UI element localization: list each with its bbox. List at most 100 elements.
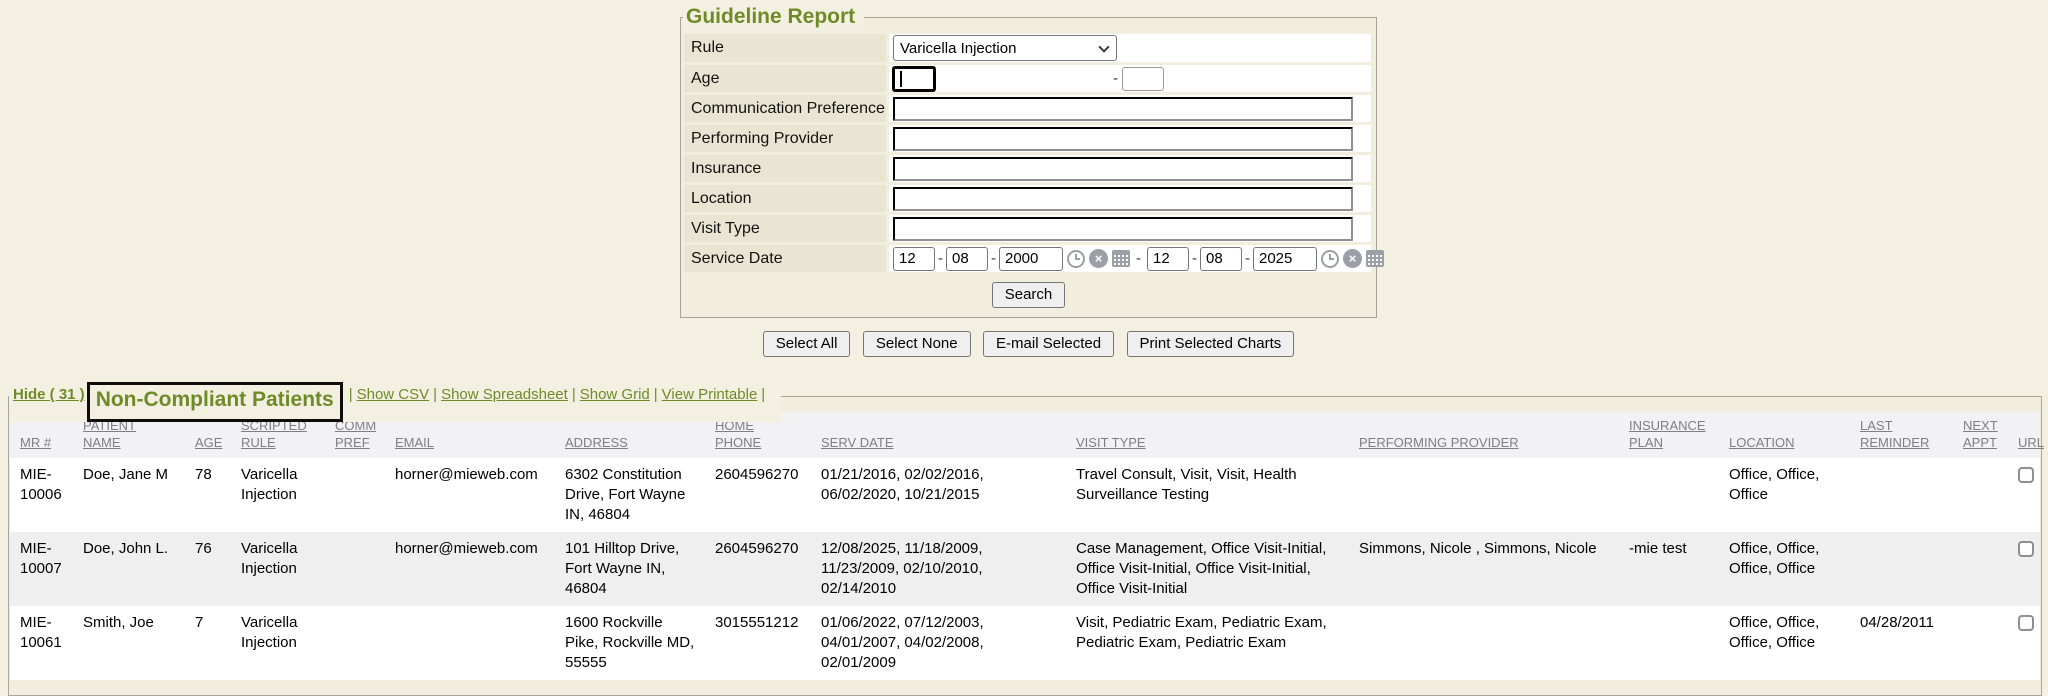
cell-serv-date: 12/08/2025, 11/18/2009, 11/23/2009, 02/1…	[811, 532, 1066, 606]
non-compliant-patients-fieldset: Hide ( 31 )Non-Compliant Patients|Show C…	[8, 396, 2042, 696]
cell-name: Doe, Jane M	[73, 458, 185, 532]
visit-type-input[interactable]	[893, 217, 1353, 241]
age-range-dash: -	[1113, 70, 1118, 87]
service-date-from-month-input[interactable]	[893, 247, 935, 271]
cell-comm-pref	[325, 458, 385, 532]
cell-name: Doe, John L.	[73, 532, 185, 606]
cell-next-appt	[1953, 532, 2008, 606]
communication-preference-label: Communication Preference	[684, 95, 886, 122]
col-visit-type[interactable]: VISIT TYPE	[1066, 412, 1349, 458]
rule-label: Rule	[684, 34, 886, 62]
patients-table: MR # PATIENTNAME AGE SCRIPTEDRULE COMMPR…	[10, 412, 2040, 680]
select-patient-checkbox[interactable]	[2018, 541, 2034, 557]
cell-provider	[1349, 458, 1619, 532]
col-location[interactable]: LOCATION	[1719, 412, 1850, 458]
cell-url	[2008, 532, 2040, 606]
clock-icon[interactable]	[1321, 250, 1339, 268]
rule-select[interactable]: Varicella Injection	[893, 35, 1117, 61]
cell-url	[2008, 458, 2040, 532]
select-patient-checkbox[interactable]	[2018, 467, 2034, 483]
cell-location: Office, Office, Office	[1719, 458, 1850, 532]
show-csv-link[interactable]: Show CSV	[357, 386, 430, 403]
calendar-icon[interactable]	[1112, 250, 1130, 267]
cell-visit-type: Visit, Pediatric Exam, Pediatric Exam, P…	[1066, 606, 1349, 680]
cell-next-appt	[1953, 458, 2008, 532]
show-spreadsheet-link[interactable]: Show Spreadsheet	[441, 386, 568, 403]
patients-legend: Hide ( 31 )Non-Compliant Patients|Show C…	[9, 380, 781, 422]
print-selected-charts-button[interactable]: Print Selected Charts	[1127, 331, 1295, 357]
location-input[interactable]	[893, 187, 1353, 211]
text-caret	[900, 71, 902, 87]
col-url[interactable]: URL	[2008, 412, 2040, 458]
clear-date-icon[interactable]: ×	[1343, 249, 1362, 268]
communication-preference-input[interactable]	[893, 97, 1353, 121]
email-selected-button[interactable]: E-mail Selected	[983, 331, 1114, 357]
cell-address: 6302 Constitution Drive, Fort Wayne IN, …	[555, 458, 705, 532]
service-date-from-year-input[interactable]	[999, 247, 1063, 271]
cell-rule: Varicella Injection	[231, 606, 325, 680]
separator: |	[433, 386, 437, 403]
calendar-icon[interactable]	[1366, 250, 1384, 267]
col-insurance-plan[interactable]: INSURANCEPLAN	[1619, 412, 1719, 458]
date-dash: -	[991, 250, 996, 267]
clear-date-icon[interactable]: ×	[1089, 249, 1108, 268]
section-title: Non-Compliant Patients	[96, 388, 334, 411]
cell-address: 101 Hilltop Drive, Fort Wayne IN, 46804	[555, 532, 705, 606]
insurance-input[interactable]	[893, 157, 1353, 181]
select-patient-checkbox[interactable]	[2018, 615, 2034, 631]
service-date-from-day-input[interactable]	[946, 247, 988, 271]
col-performing-provider[interactable]: PERFORMING PROVIDER	[1349, 412, 1619, 458]
performing-provider-input[interactable]	[893, 127, 1353, 151]
select-all-button[interactable]: Select All	[763, 331, 851, 357]
cell-next-appt	[1953, 606, 2008, 680]
col-last-reminder[interactable]: LASTREMINDER	[1850, 412, 1953, 458]
cell-name: Smith, Joe	[73, 606, 185, 680]
table-row: MIE-10061 Smith, Joe 7 Varicella Injecti…	[10, 606, 2040, 680]
cell-insurance	[1619, 458, 1719, 532]
cell-mr: MIE-10061	[10, 606, 73, 680]
guideline-form-table: Rule Varicella Injection Age - Communica…	[681, 31, 1374, 275]
col-next-appt[interactable]: NEXTAPPT	[1953, 412, 2008, 458]
view-printable-link[interactable]: View Printable	[662, 386, 758, 403]
hide-link[interactable]: Hide ( 31 )	[13, 386, 85, 403]
cell-last-reminder: 04/28/2011	[1850, 606, 1953, 680]
cell-serv-date: 01/21/2016, 02/02/2016, 06/02/2020, 10/2…	[811, 458, 1066, 532]
service-date-label: Service Date	[684, 245, 886, 272]
col-serv-date[interactable]: SERV DATE	[811, 412, 1066, 458]
clock-icon[interactable]	[1067, 250, 1085, 268]
cell-provider: Simmons, Nicole , Simmons, Nicole	[1349, 532, 1619, 606]
table-row: MIE-10007 Doe, John L. 76 Varicella Inje…	[10, 532, 2040, 606]
service-date-to-day-input[interactable]	[1200, 247, 1242, 271]
cell-mr: MIE-10007	[10, 532, 73, 606]
cell-serv-date: 01/06/2022, 07/12/2003, 04/01/2007, 04/0…	[811, 606, 1066, 680]
cell-address: 1600 Rockville Pike, Rockville MD, 55555	[555, 606, 705, 680]
table-row: MIE-10006 Doe, Jane M 78 Varicella Injec…	[10, 458, 2040, 532]
date-dash: -	[938, 250, 943, 267]
separator: |	[654, 386, 658, 403]
cell-rule: Varicella Injection	[231, 458, 325, 532]
separator: |	[761, 386, 765, 403]
highlight-box: Non-Compliant Patients	[87, 382, 343, 422]
age-label: Age	[684, 65, 886, 92]
cell-phone: 2604596270	[705, 532, 811, 606]
guideline-report-fieldset: Guideline Report Rule Varicella Injectio…	[680, 17, 1377, 318]
visit-type-label: Visit Type	[684, 215, 886, 242]
cell-phone: 3015551212	[705, 606, 811, 680]
location-label: Location	[684, 185, 886, 212]
cell-email: horner@mieweb.com	[385, 532, 555, 606]
search-button[interactable]: Search	[992, 282, 1066, 308]
show-grid-link[interactable]: Show Grid	[580, 386, 650, 403]
cell-email: horner@mieweb.com	[385, 458, 555, 532]
cell-email	[385, 606, 555, 680]
separator: |	[572, 386, 576, 403]
cell-age: 7	[185, 606, 231, 680]
cell-url	[2008, 606, 2040, 680]
cell-last-reminder	[1850, 532, 1953, 606]
age-to-input[interactable]	[1122, 67, 1164, 91]
cell-mr: MIE-10006	[10, 458, 73, 532]
cell-age: 78	[185, 458, 231, 532]
insurance-label: Insurance	[684, 155, 886, 182]
service-date-to-month-input[interactable]	[1147, 247, 1189, 271]
select-none-button[interactable]: Select None	[863, 331, 971, 357]
service-date-to-year-input[interactable]	[1253, 247, 1317, 271]
